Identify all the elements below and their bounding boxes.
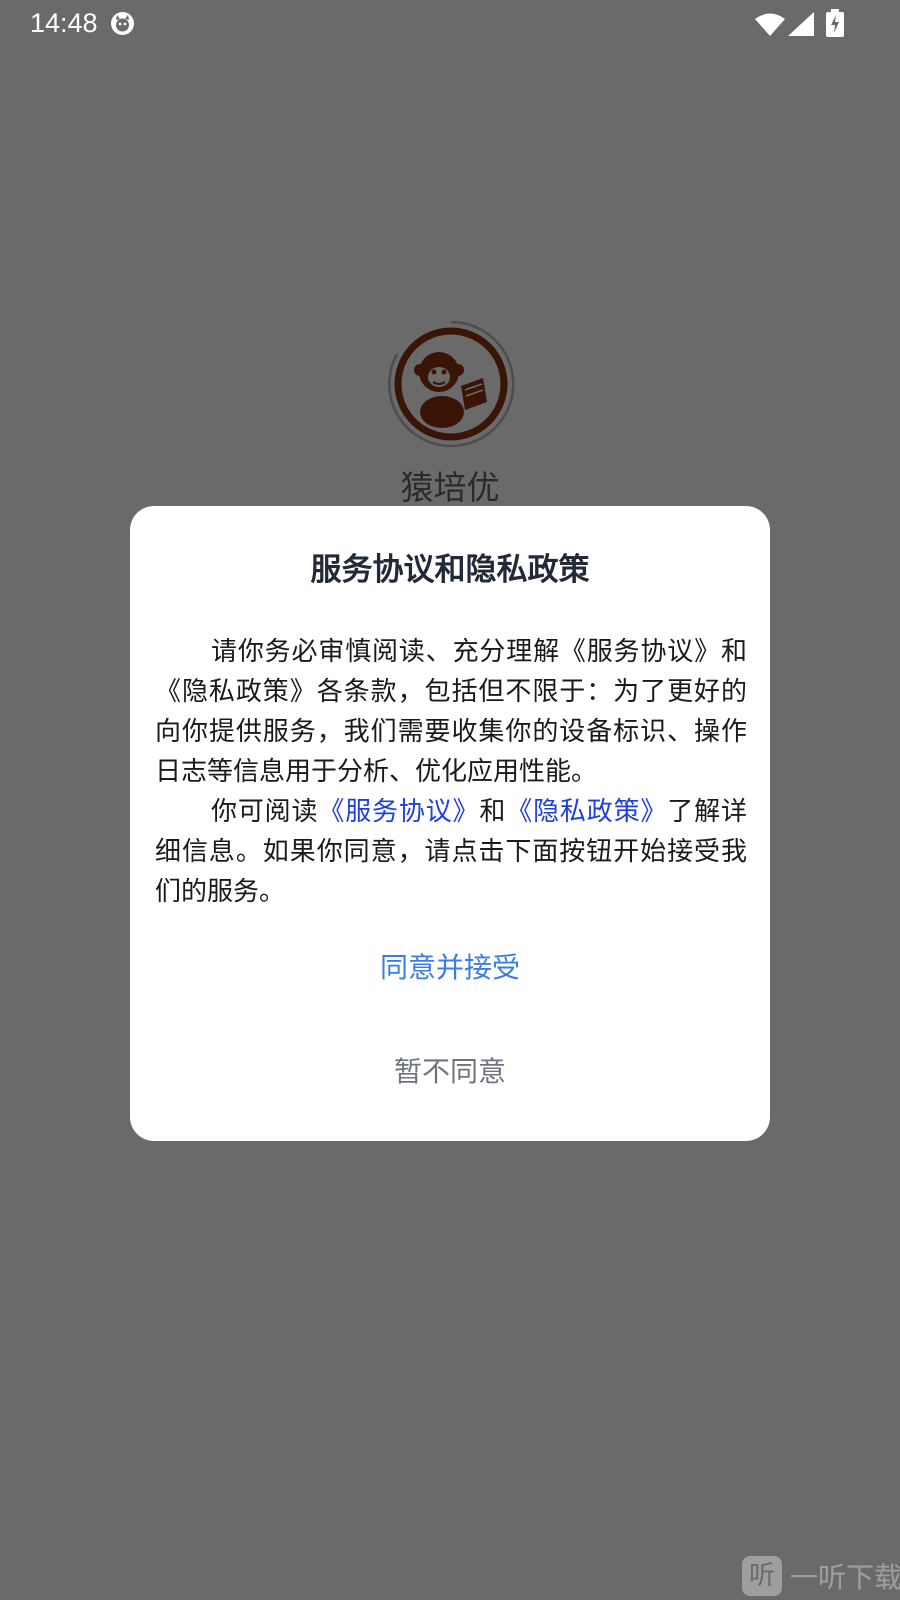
privacy-policy-link[interactable]: 《隐私政策》: [506, 797, 667, 827]
cellular-signal-icon: [788, 12, 814, 40]
monkey-reading-logo-icon: [387, 320, 515, 448]
service-agreement-link[interactable]: 《服务协议》: [318, 797, 479, 827]
cat-notification-icon: [110, 11, 135, 40]
dialog-title: 服务协议和隐私政策: [310, 552, 590, 588]
status-time: 14:48: [30, 8, 98, 38]
privacy-dialog: 服务协议和隐私政策 请你务必审慎阅读、充分理解《服务协议》和《隐私政策》各条款，…: [130, 506, 770, 1141]
wifi-icon: [754, 12, 786, 40]
status-bar: 14:48: [0, 0, 900, 46]
dialog-paragraph-1: 请你务必审慎阅读、充分理解《服务协议》和《隐私政策》各条款，包括但不限于：为了更…: [155, 637, 747, 787]
paragraph-2-prefix: 你可阅读: [211, 797, 319, 827]
watermark-text: 一听下载: [790, 1561, 900, 1594]
dialog-paragraph-2: 你可阅读《服务协议》和《隐私政策》了解详细信息。如果你同意，请点击下面按钮开始接…: [155, 792, 747, 912]
app-name: 猿培优: [400, 468, 500, 507]
dialog-body: 请你务必审慎阅读、充分理解《服务协议》和《隐私政策》各条款，包括但不限于：为了更…: [155, 632, 747, 912]
watermark: 听 一听下载: [742, 1556, 900, 1600]
battery-charging-icon: [826, 9, 844, 41]
paragraph-2-and: 和: [479, 797, 507, 827]
agree-button[interactable]: 同意并接受: [130, 938, 770, 998]
disagree-button[interactable]: 暂不同意: [130, 1042, 770, 1102]
watermark-logo: 听: [742, 1556, 782, 1596]
